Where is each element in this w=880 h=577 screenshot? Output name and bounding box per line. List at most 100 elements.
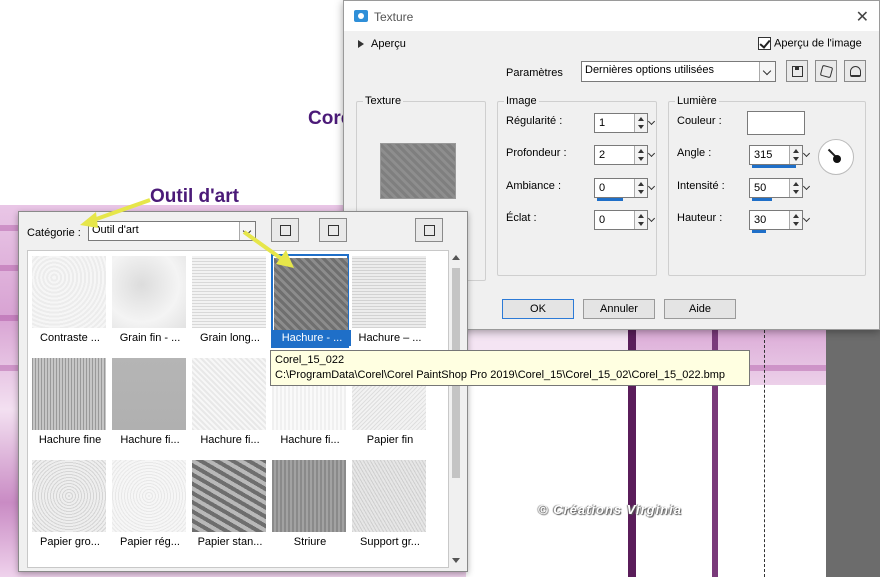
texture-tile-caption: Hachure – ... bbox=[358, 332, 422, 344]
light-color-swatch[interactable] bbox=[747, 111, 805, 135]
texture-tile[interactable]: Hachure fine bbox=[31, 356, 109, 450]
help-button[interactable]: Aide bbox=[664, 299, 736, 319]
texture-tile[interactable]: Hachure – ... bbox=[351, 254, 429, 348]
chevron-down-icon[interactable] bbox=[647, 178, 657, 198]
texture-swatch bbox=[192, 358, 266, 430]
texture-tile-caption: Hachure fi... bbox=[200, 434, 260, 446]
texture-tile[interactable]: Papier stan... bbox=[191, 458, 269, 552]
angle-dial[interactable] bbox=[818, 139, 854, 175]
texture-swatch bbox=[192, 460, 266, 532]
chevron-down-icon[interactable] bbox=[647, 113, 657, 133]
annotation-tool-name: Outil d'art bbox=[150, 186, 239, 207]
texture-tile[interactable]: Hachure fi... bbox=[191, 356, 269, 450]
depth-label: Profondeur : bbox=[506, 147, 567, 159]
texture-tile[interactable]: Papier gro... bbox=[31, 458, 109, 552]
angle-value: 315 bbox=[754, 149, 773, 161]
right-gray-panel bbox=[826, 330, 880, 577]
browse-button[interactable] bbox=[319, 218, 347, 242]
texture-swatch bbox=[352, 460, 426, 532]
ok-button[interactable]: OK bbox=[502, 299, 574, 319]
texture-swatch bbox=[112, 460, 186, 532]
art-tool-panel: Catégorie : Outil d'art Contraste ... Gra… bbox=[18, 211, 468, 572]
spinner-icon[interactable] bbox=[789, 211, 802, 229]
cancel-button[interactable]: Annuler bbox=[583, 299, 655, 319]
depth-input[interactable]: 2 bbox=[594, 145, 648, 165]
texture-tooltip: Corel_15_022 C:\ProgramData\Corel\Corel … bbox=[270, 350, 750, 386]
ambiance-input[interactable]: 0 bbox=[594, 178, 648, 201]
angle-label: Angle : bbox=[677, 147, 712, 159]
scroll-up-icon[interactable] bbox=[452, 255, 460, 260]
view-options-button[interactable] bbox=[271, 218, 299, 242]
texture-tile[interactable]: Hachure fi... bbox=[111, 356, 189, 450]
params-select[interactable]: Dernières options utilisées bbox=[581, 61, 776, 82]
texture-tile[interactable]: Contraste ... bbox=[31, 254, 109, 348]
texture-tile-caption: Grain long... bbox=[200, 332, 260, 344]
texture-tile[interactable]: Hachure - ... bbox=[271, 254, 351, 348]
category-select[interactable]: Outil d'art bbox=[88, 221, 256, 241]
params-select-value: Dernières options utilisées bbox=[585, 64, 715, 76]
texture-tile-caption: Papier stan... bbox=[197, 536, 263, 548]
texture-tile[interactable]: Papier rég... bbox=[111, 458, 189, 552]
texture-tile-caption: Hachure - ... bbox=[273, 330, 351, 346]
vertical-scrollbar[interactable] bbox=[449, 250, 463, 568]
intensity-input[interactable]: 50 bbox=[749, 178, 803, 201]
preview-image-checkbox[interactable]: Aperçu de l'image bbox=[758, 37, 862, 50]
spinner-icon[interactable] bbox=[634, 114, 647, 132]
scroll-down-icon[interactable] bbox=[452, 558, 460, 563]
save-icon bbox=[792, 66, 803, 77]
texture-tile[interactable]: Grain long... bbox=[191, 254, 269, 348]
value-bar bbox=[752, 198, 772, 201]
spinner-icon[interactable] bbox=[634, 146, 647, 164]
spinner-icon[interactable] bbox=[789, 146, 802, 164]
preview-toggle[interactable]: Aperçu bbox=[358, 38, 406, 50]
randomize-button[interactable] bbox=[815, 60, 837, 82]
category-label: Catégorie : bbox=[27, 227, 81, 239]
chevron-down-icon[interactable] bbox=[802, 178, 812, 198]
texture-tile-caption: Grain fin - ... bbox=[119, 332, 181, 344]
spinner-icon[interactable] bbox=[634, 179, 647, 197]
texture-grid: Contraste ... Grain fin - ... Grain long..… bbox=[27, 250, 449, 568]
texture-tile-caption: Hachure fi... bbox=[120, 434, 180, 446]
chevron-down-icon[interactable] bbox=[802, 145, 812, 165]
chevron-down-icon[interactable] bbox=[802, 210, 812, 230]
spinner-icon[interactable] bbox=[789, 179, 802, 197]
grid-icon bbox=[280, 225, 291, 236]
expand-arrow-icon bbox=[358, 40, 364, 49]
folder-icon bbox=[328, 225, 339, 236]
params-label: Paramètres bbox=[506, 67, 563, 79]
intensity-label: Intensité : bbox=[677, 180, 725, 192]
angle-input[interactable]: 315 bbox=[749, 145, 803, 168]
height-input[interactable]: 30 bbox=[749, 210, 803, 233]
texture-tile-caption: Support gr... bbox=[360, 536, 420, 548]
height-label: Hauteur : bbox=[677, 212, 723, 224]
texture-preview-thumbnail[interactable] bbox=[380, 143, 456, 199]
chevron-down-icon bbox=[239, 222, 255, 240]
regularity-label: Régularité : bbox=[506, 115, 563, 127]
texture-tile[interactable]: Striure bbox=[271, 458, 349, 552]
texture-swatch bbox=[272, 460, 346, 532]
save-preset-button[interactable] bbox=[786, 60, 808, 82]
checkbox-checked-icon bbox=[758, 37, 771, 50]
texture-tile[interactable]: Support gr... bbox=[351, 458, 429, 552]
camera-icon bbox=[354, 10, 368, 22]
dialog-title: Texture bbox=[374, 10, 414, 24]
value-bar bbox=[752, 165, 796, 168]
reset-button[interactable] bbox=[844, 60, 866, 82]
regularity-value: 1 bbox=[599, 117, 606, 129]
chevron-down-icon[interactable] bbox=[647, 210, 657, 230]
spinner-icon[interactable] bbox=[634, 211, 647, 229]
texture-tile[interactable]: Grain fin - ... bbox=[111, 254, 189, 348]
texture-tile-caption: Hachure fine bbox=[38, 434, 102, 446]
shine-input[interactable]: 0 bbox=[594, 210, 648, 230]
canvas-white-area bbox=[466, 385, 826, 577]
regularity-input[interactable]: 1 bbox=[594, 113, 648, 133]
close-icon[interactable]: ✕ bbox=[856, 7, 869, 27]
texture-swatch bbox=[192, 256, 266, 328]
settings-button[interactable] bbox=[415, 218, 443, 242]
preview-image-label: Aperçu de l'image bbox=[774, 37, 862, 50]
texture-swatch bbox=[352, 256, 426, 328]
chevron-down-icon[interactable] bbox=[647, 145, 657, 165]
texture-tile-caption: Papier fin bbox=[366, 434, 414, 446]
dice-icon bbox=[819, 64, 834, 79]
texture-swatch bbox=[32, 460, 106, 532]
